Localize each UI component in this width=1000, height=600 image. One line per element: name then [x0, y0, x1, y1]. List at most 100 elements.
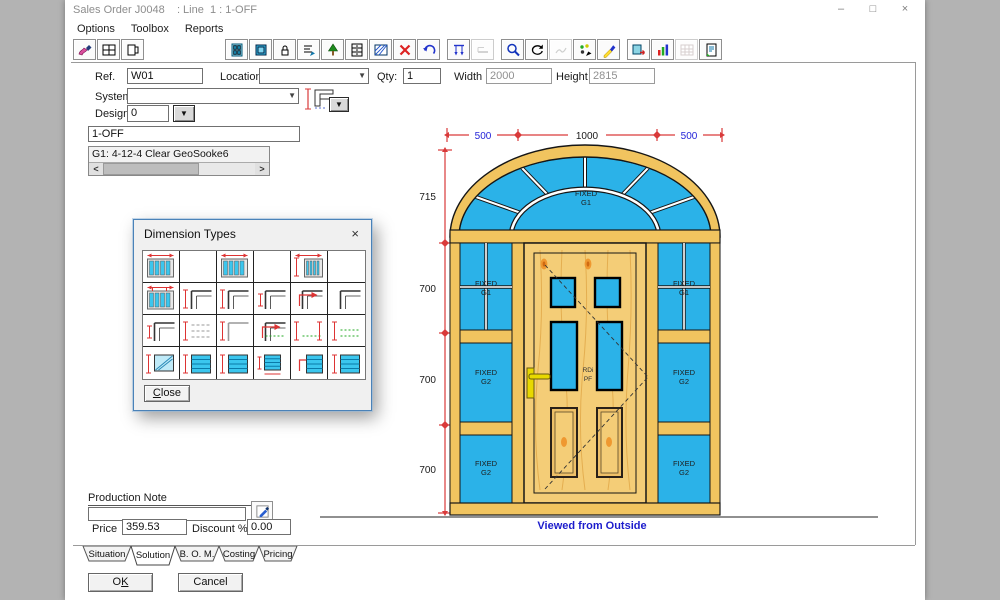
dimension-type-cell-13[interactable]: [143, 315, 180, 347]
height-input: 2815: [589, 68, 655, 84]
svg-text:Solution: Solution: [136, 550, 170, 561]
dimension-type-cell-16[interactable]: [254, 315, 291, 347]
dimension-type-cell-17[interactable]: [291, 315, 328, 347]
tree-button[interactable]: [321, 39, 344, 60]
close-button[interactable]: Close: [144, 385, 190, 402]
svg-text:B. O. M.: B. O. M.: [180, 549, 215, 560]
edit-tools-icon: [77, 42, 93, 58]
grid-window-button[interactable]: [97, 39, 120, 60]
dimension-type-cell-21[interactable]: [217, 347, 254, 379]
transom-bar: [450, 230, 720, 243]
discount-input[interactable]: 0.00: [247, 519, 291, 535]
spec-list-button[interactable]: [297, 39, 320, 60]
location-select[interactable]: Front Door ▼: [259, 68, 369, 84]
dimension-type-cell-2-empty[interactable]: [180, 251, 217, 283]
glass-spec-scrollbar[interactable]: < >: [89, 162, 269, 175]
rotate-icon: [529, 42, 545, 58]
cancel-button[interactable]: Cancel: [178, 573, 243, 592]
dimension-type-cell-19[interactable]: [143, 347, 180, 379]
dim-700-b: 700: [419, 375, 436, 386]
edit-pencil-icon: [255, 504, 270, 519]
dimension-type-cell-20[interactable]: [180, 347, 217, 379]
width-input: 2000: [486, 68, 552, 84]
render-brush-button[interactable]: [597, 39, 620, 60]
door-spec-text-1: RDi: [583, 367, 594, 374]
menu-options[interactable]: Options: [69, 21, 123, 38]
glass-pane-button[interactable]: [249, 39, 272, 60]
dimension-type-cell-3[interactable]: [217, 251, 254, 283]
lock-icon: [277, 42, 293, 58]
dimension-type-cell-6-empty[interactable]: [328, 251, 365, 283]
undo-button[interactable]: [417, 39, 440, 60]
svg-text:FIXED: FIXED: [475, 459, 498, 468]
dimension-type-cell-22[interactable]: [254, 347, 291, 379]
system-select[interactable]: SY04 Int.Glazed Doors ▼: [127, 88, 299, 104]
zoom-button[interactable]: [501, 39, 524, 60]
dimension-type-cell-4-empty[interactable]: [254, 251, 291, 283]
door-side-button[interactable]: [121, 39, 144, 60]
dimension-type-cell-8[interactable]: [180, 283, 217, 315]
scroll-left-icon[interactable]: <: [89, 163, 103, 175]
line-description-input[interactable]: 1-OFF: [88, 126, 300, 142]
color-points-button[interactable]: [573, 39, 596, 60]
price-label: Price: [92, 523, 117, 535]
chart-icon: [655, 42, 671, 58]
glass-pane-icon: [253, 42, 269, 58]
delete-x-button[interactable]: [393, 39, 416, 60]
close-icon[interactable]: ×: [889, 0, 921, 20]
glass-spec-box[interactable]: G1: 4-12-4 Clear GeoSooke6 < >: [88, 146, 270, 176]
app-window: Sales Order J0048 : Line 1 : 1-OFF – □ ×…: [65, 0, 925, 600]
dimension-type-cell-23[interactable]: [291, 347, 328, 379]
menu-reports[interactable]: Reports: [177, 21, 232, 38]
qty-input[interactable]: 1: [403, 68, 441, 84]
chevron-down-icon[interactable]: ▼: [358, 71, 366, 80]
rotate-button[interactable]: [525, 39, 548, 60]
svg-text:G2: G2: [481, 468, 491, 477]
dim-1000: 1000: [576, 131, 599, 142]
dimension-type-cell-14[interactable]: [180, 315, 217, 347]
toolbar: [73, 38, 723, 61]
design-dropdown-button[interactable]: ▼: [173, 105, 195, 122]
tree-icon: [325, 42, 341, 58]
svg-text:G1: G1: [481, 288, 491, 297]
menu-toolbox[interactable]: Toolbox: [123, 21, 177, 38]
lock-button[interactable]: [273, 39, 296, 60]
notes-doc-button[interactable]: [699, 39, 722, 60]
minimize-icon[interactable]: –: [825, 0, 857, 20]
door-drawing: 500 1000 500 715 700 700 700: [315, 125, 915, 535]
dimension-type-cell-12[interactable]: [328, 283, 365, 315]
dimension-type-cell-15[interactable]: [217, 315, 254, 347]
edit-tools-button[interactable]: [73, 39, 96, 60]
dialog-close-icon[interactable]: ×: [351, 226, 359, 241]
design-input[interactable]: 0: [127, 105, 169, 122]
door-design-button[interactable]: [225, 39, 248, 60]
sill: [450, 503, 720, 515]
maximize-icon[interactable]: □: [857, 0, 889, 20]
dimension-type-cell-11[interactable]: [291, 283, 328, 315]
dimension-type-cell-9[interactable]: [217, 283, 254, 315]
export-button[interactable]: [627, 39, 650, 60]
dimension-type-cell-10[interactable]: [254, 283, 291, 315]
hatch-grid-button[interactable]: [369, 39, 392, 60]
dimension-type-cell-1[interactable]: [143, 251, 180, 283]
zoom-icon: [505, 42, 521, 58]
export-icon: [631, 42, 647, 58]
price-input[interactable]: 359.53: [122, 519, 187, 535]
viewed-from-outside-caption: Viewed from Outside: [537, 520, 646, 532]
cabinet-button[interactable]: [345, 39, 368, 60]
ok-button[interactable]: OK: [88, 573, 153, 592]
dimension-type-cell-7[interactable]: [143, 283, 180, 315]
svg-text:FIXED: FIXED: [475, 368, 498, 377]
chevron-down-icon[interactable]: ▼: [288, 91, 296, 100]
ref-input[interactable]: W01: [127, 68, 203, 84]
scroll-right-icon[interactable]: >: [255, 163, 269, 175]
dimension-type-cell-24[interactable]: [328, 347, 365, 379]
dimension-alt-button: [471, 39, 494, 60]
dimension-type-cell-18[interactable]: [328, 315, 365, 347]
dialog-title-bar[interactable]: Dimension Types ×: [134, 220, 371, 246]
dimension-type-cell-5[interactable]: [291, 251, 328, 283]
scrollbar-thumb[interactable]: [103, 163, 199, 175]
dimension-tool-button[interactable]: [447, 39, 470, 60]
profile-dropdown-button[interactable]: ▼: [329, 97, 349, 112]
chart-button[interactable]: [651, 39, 674, 60]
